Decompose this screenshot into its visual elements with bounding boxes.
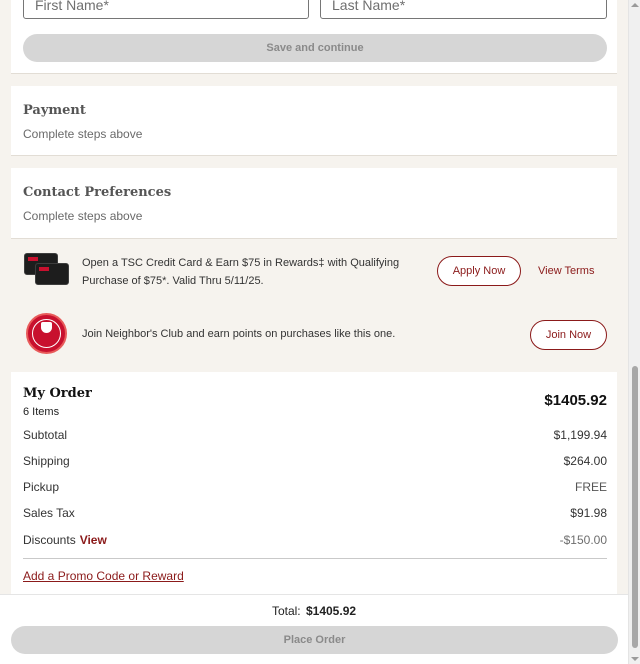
view-terms-link[interactable]: View Terms (538, 265, 594, 277)
order-item-count: 6 Items (23, 406, 60, 418)
neighbors-club-promo: Join Neighbor's Club and earn points on … (11, 306, 617, 364)
club-promo-text: Join Neighbor's Club and earn points on … (82, 328, 396, 340)
footer-total-label: Total: (271, 604, 301, 618)
footer-total-value: $1405.92 (305, 604, 357, 618)
save-and-continue-button[interactable]: Save and continue (23, 34, 607, 62)
club-shield-icon (41, 322, 52, 333)
last-name-field[interactable] (320, 0, 607, 19)
summary-label: Pickup (23, 480, 60, 494)
neighbors-club-logo (26, 313, 67, 354)
first-name-input[interactable] (24, 0, 308, 18)
summary-value: -$150.00 (559, 533, 607, 547)
footer-total: Total: $1405.92 (0, 604, 628, 618)
apply-now-button[interactable]: Apply Now (437, 256, 521, 286)
credit-card-promo: Open a TSC Credit Card & Earn $75 in Rew… (11, 244, 617, 300)
summary-label: Discounts (23, 533, 76, 547)
payment-section: Payment Complete steps above (11, 86, 617, 156)
join-now-button[interactable]: Join Now (530, 320, 607, 350)
scroll-up-arrow-icon[interactable] (631, 3, 639, 7)
order-total: $1405.92 (544, 392, 607, 409)
summary-divider (23, 558, 607, 559)
summary-value: $1,199.94 (553, 428, 607, 442)
summary-row-shipping: Shipping $264.00 (23, 454, 607, 472)
discounts-view-link[interactable]: View (80, 533, 107, 547)
credit-promo-text: Open a TSC Credit Card & Earn $75 in Rew… (82, 257, 400, 287)
contact-preferences-status: Complete steps above (23, 209, 143, 223)
summary-value: $264.00 (563, 454, 607, 468)
summary-label: Sales Tax (23, 506, 75, 520)
payment-status: Complete steps above (23, 127, 143, 141)
place-order-button[interactable]: Place Order (11, 626, 618, 654)
last-name-input[interactable] (321, 0, 606, 18)
order-title: My Order (23, 386, 92, 401)
add-promo-code-link[interactable]: Add a Promo Code or Reward (23, 569, 184, 583)
summary-row-discounts: Discounts View -$150.00 (23, 533, 607, 551)
summary-value: FREE (574, 480, 607, 494)
first-name-field[interactable] (23, 0, 309, 19)
summary-row-subtotal: Subtotal $1,199.94 (23, 428, 607, 446)
name-form-card: Save and continue (11, 0, 617, 74)
checkout-footer: Total: $1405.92 Place Order (0, 594, 628, 664)
summary-value: $91.98 (570, 506, 607, 520)
order-summary: My Order 6 Items $1405.92 Subtotal $1,19… (11, 372, 617, 594)
scroll-down-arrow-icon[interactable] (631, 657, 639, 661)
summary-label-wrap: Discounts View (23, 533, 107, 547)
summary-row-pickup: Pickup FREE (23, 480, 607, 498)
summary-row-sales-tax: Sales Tax $91.98 (23, 506, 607, 524)
summary-label: Subtotal (23, 428, 68, 442)
vertical-scrollbar[interactable] (628, 0, 640, 664)
credit-cards-image (24, 253, 70, 286)
credit-card-back-icon (35, 263, 69, 285)
checkout-page: Save and continue Payment Complete steps… (0, 0, 628, 664)
scrollbar-thumb[interactable] (632, 366, 638, 648)
payment-title: Payment (23, 103, 86, 118)
summary-label: Shipping (23, 454, 70, 468)
contact-preferences-section: Contact Preferences Complete steps above (11, 168, 617, 239)
contact-preferences-title: Contact Preferences (23, 185, 172, 200)
